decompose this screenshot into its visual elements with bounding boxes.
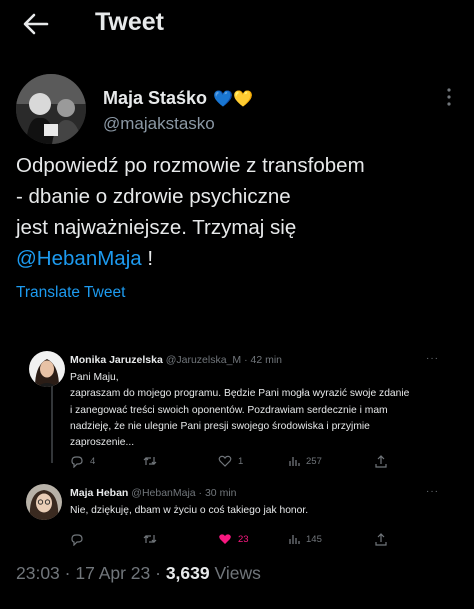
like-count: 23: [238, 533, 249, 545]
views-icon: [289, 535, 300, 544]
comment-icon: [71, 534, 83, 546]
views-button[interactable]: 257: [288, 455, 322, 467]
thread-line: [51, 385, 53, 463]
author-name-row: Maja Staśko 💙💛: [103, 88, 253, 109]
avatar-image: [16, 74, 86, 144]
tweet-author: Maja Staśko 💙💛 @majakstasko: [16, 74, 458, 144]
tweet-footer: 23:03 · 17 Apr 23 · 3,639 Views: [16, 563, 261, 584]
reply-meta: @HebanMaja · 30 min: [131, 487, 237, 499]
views-count: 145: [306, 533, 322, 545]
avatar[interactable]: [16, 74, 86, 144]
mention-link[interactable]: @HebanMaja: [16, 247, 142, 270]
reply-text-line: nadzieję, że nie ulegnie Pani presji swo…: [70, 420, 370, 432]
heart-icon: [218, 455, 232, 467]
tweet-text-line: - dbanie o zdrowie psychiczne: [16, 185, 291, 208]
share-button[interactable]: [375, 533, 387, 546]
reply-text-line: i zanegować treści swoich oponentów. Poz…: [70, 404, 388, 416]
back-button[interactable]: [18, 9, 54, 39]
tweet-text-line: @HebanMaja !: [16, 243, 456, 274]
heart-emoji: 💙💛: [213, 90, 253, 108]
tweet-text-end: !: [141, 247, 154, 270]
share-icon: [375, 455, 387, 468]
page-title: Tweet: [95, 8, 164, 36]
like-count: 1: [238, 455, 244, 467]
reply-meta: @Jaruzelska_M · 42 min: [165, 354, 282, 366]
share-icon: [375, 533, 387, 546]
views-label: Views: [209, 563, 261, 583]
reply-header: Maja Heban @HebanMaja · 30 min: [70, 487, 237, 499]
top-bar: Tweet: [0, 0, 474, 50]
quoted-screenshot: Monika Jaruzelska @Jaruzelska_M · 42 min…: [17, 345, 457, 560]
like-button[interactable]: 1: [218, 455, 243, 467]
tweet-text: Odpowiedź po rozmowie z transfobem - dba…: [16, 150, 456, 274]
reply-author-name[interactable]: Monika Jaruzelska: [70, 354, 163, 366]
tweet-text-line: jest najważniejsze. Trzymaj się: [16, 216, 297, 239]
like-button[interactable]: 23: [218, 533, 249, 545]
reply-text-line: Nie, dziękuję, dbam w życiu o coś takieg…: [70, 505, 309, 516]
author-name[interactable]: Maja Staśko: [103, 88, 207, 109]
tweet-timestamp[interactable]: 23:03 · 17 Apr 23 ·: [16, 563, 166, 583]
retweet-icon: [143, 457, 157, 465]
avatar-image: [26, 484, 62, 520]
reply-author-name[interactable]: Maja Heban: [70, 487, 128, 499]
reply-text-line: Pani Maju,: [70, 372, 119, 383]
retweet-button[interactable]: [143, 533, 157, 545]
views-icon: [289, 457, 300, 466]
reply-text: Nie, dziękuję, dbam w życiu o coś takieg…: [70, 503, 440, 519]
reply-button[interactable]: 4: [70, 455, 95, 468]
more-vertical-icon: [447, 88, 451, 106]
more-horizontal-icon[interactable]: ···: [426, 353, 439, 364]
reply-text-line: zapraszam do mojego programu. Będzie Pan…: [70, 388, 410, 400]
retweet-icon: [143, 535, 157, 543]
reply-button[interactable]: [70, 533, 84, 546]
author-handle[interactable]: @majakstasko: [103, 114, 215, 134]
avatar-image: [29, 351, 65, 387]
retweet-button[interactable]: [143, 455, 157, 467]
tweet-text-line: Odpowiedź po rozmowie z transfobem: [16, 154, 365, 177]
reply-count: 4: [90, 456, 96, 467]
reply-actions: 4 1 257: [70, 455, 400, 471]
reply-text-line: zaproszenie...: [70, 437, 135, 449]
arrow-left-icon: [23, 13, 49, 35]
reply-text: Pani Maju, zapraszam do mojego programu.…: [70, 370, 440, 451]
reply-actions: 23 145: [70, 533, 400, 549]
share-button[interactable]: [375, 455, 387, 468]
comment-icon: [71, 456, 83, 468]
views-count: 257: [306, 455, 322, 467]
avatar: [26, 484, 62, 520]
translate-tweet-link[interactable]: Translate Tweet: [16, 284, 125, 302]
more-options-button[interactable]: [442, 86, 456, 108]
views-button[interactable]: 145: [288, 533, 322, 545]
avatar: [29, 351, 65, 387]
more-horizontal-icon[interactable]: ···: [426, 486, 439, 497]
reply-header: Monika Jaruzelska @Jaruzelska_M · 42 min: [70, 354, 282, 366]
views-count: 3,639: [165, 563, 210, 583]
heart-filled-icon: [219, 534, 231, 544]
